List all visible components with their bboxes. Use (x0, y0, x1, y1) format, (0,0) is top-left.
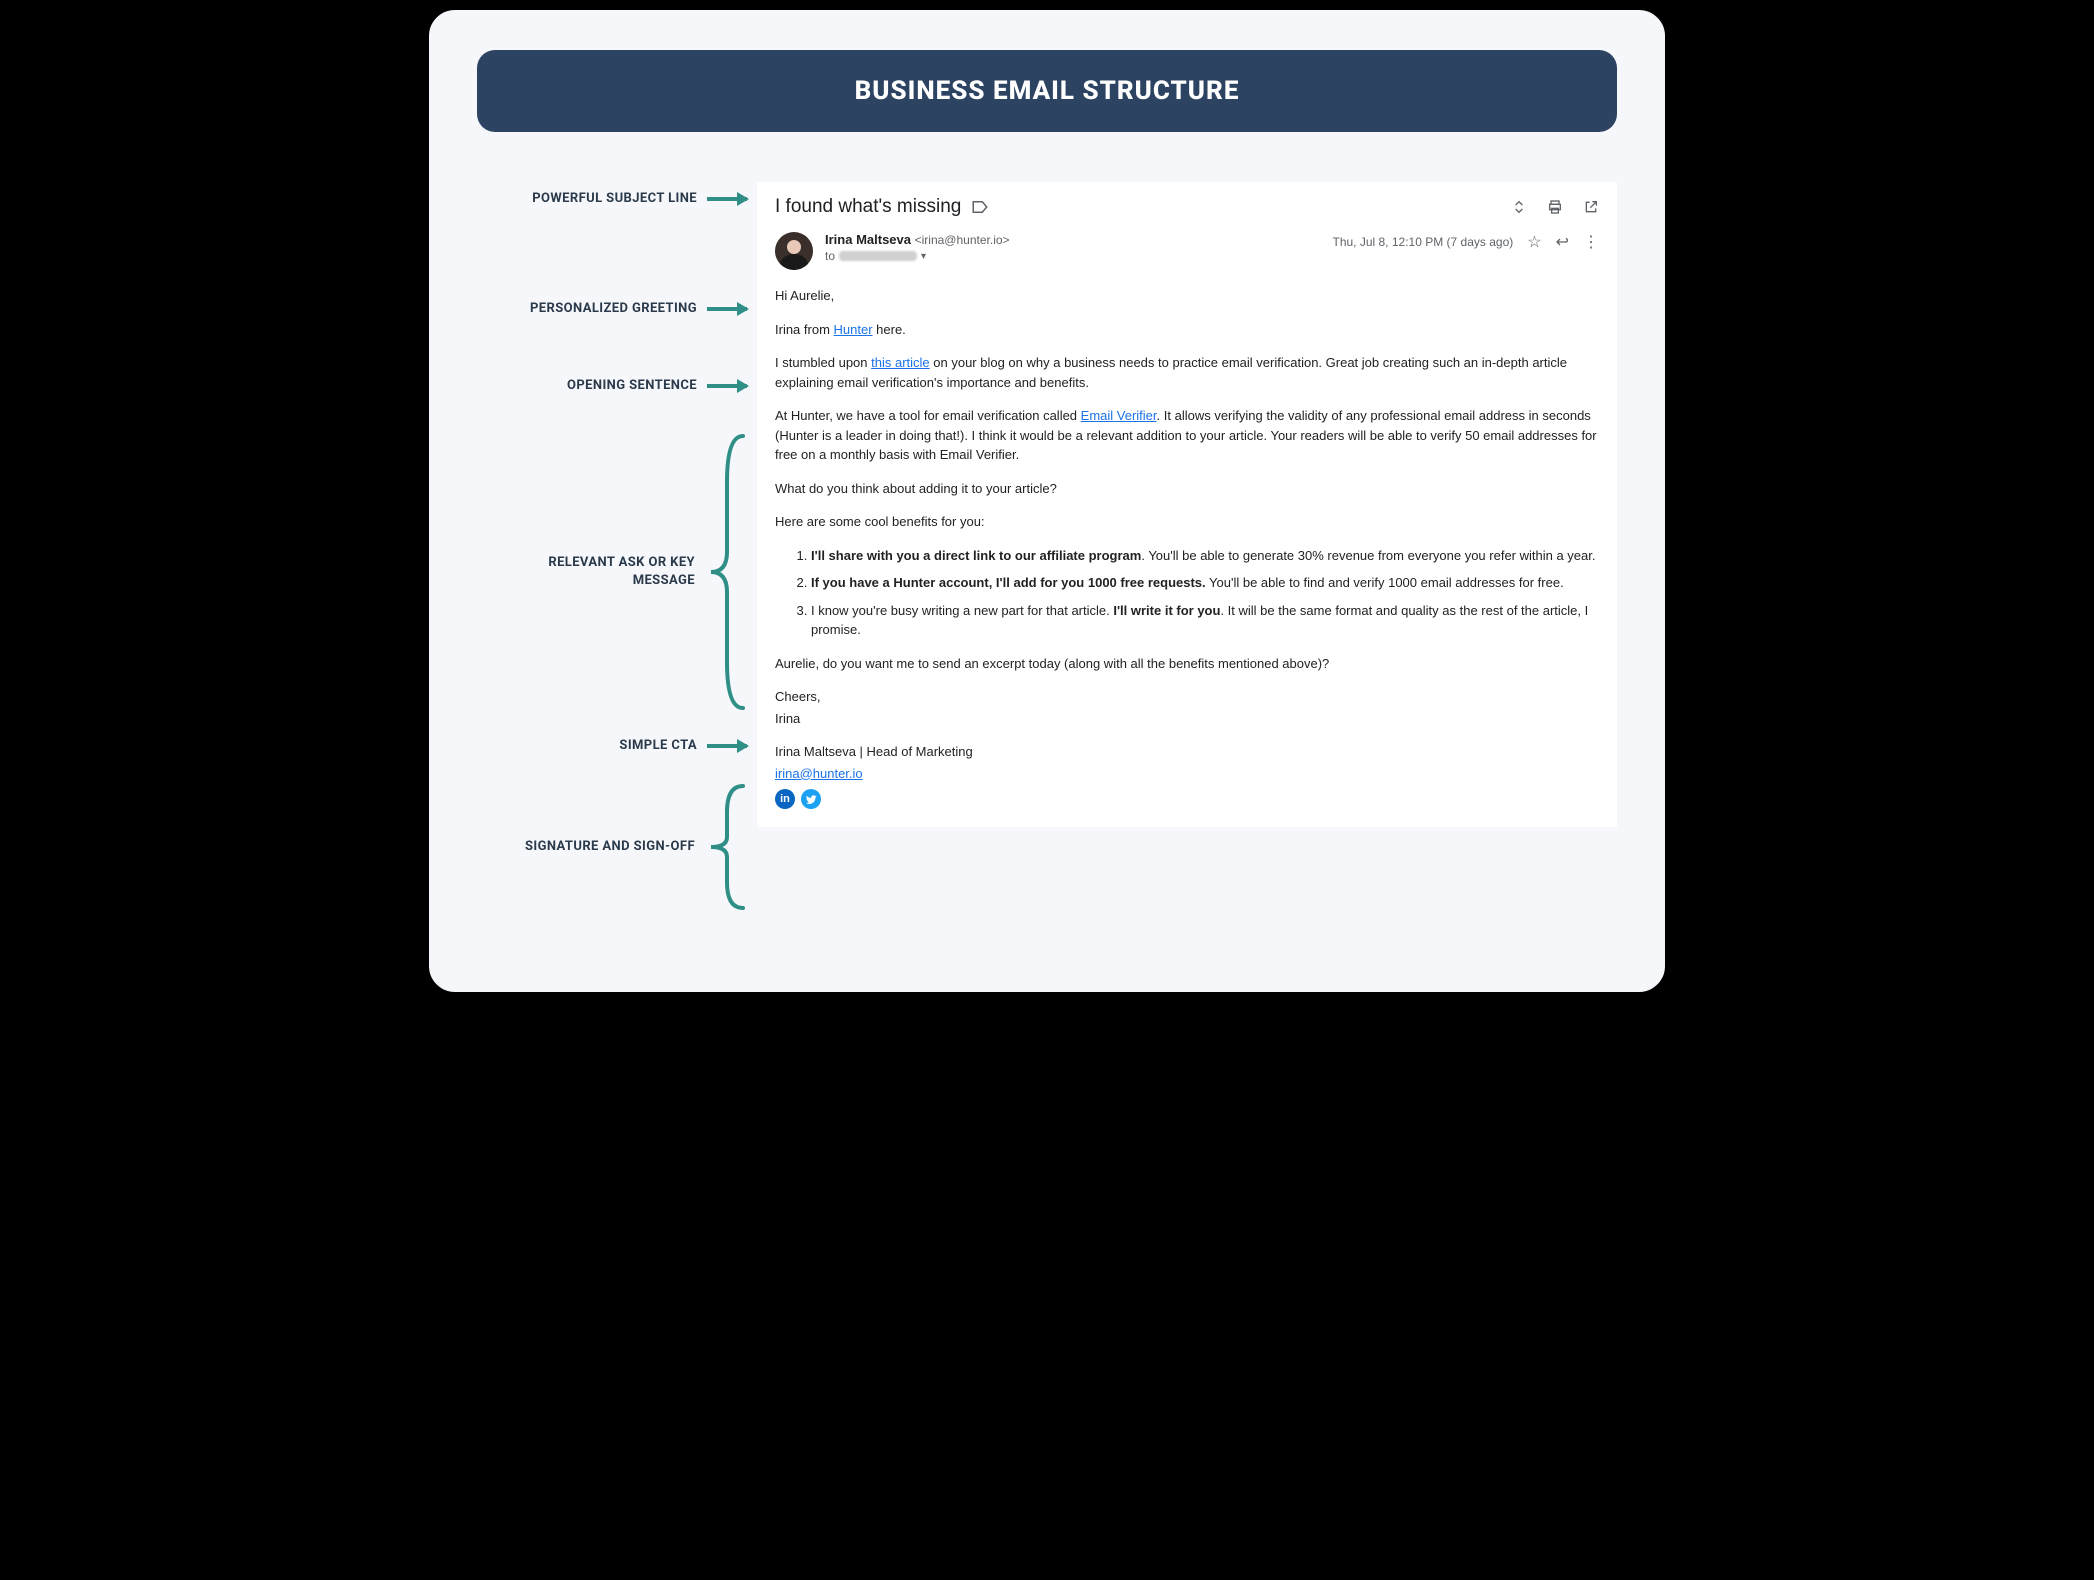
email-panel: I found what's missing Irina Maltseva <i… (757, 182, 1617, 827)
chevron-down-icon[interactable]: ▾ (921, 251, 926, 262)
arrow-icon (707, 384, 747, 388)
expand-icon[interactable] (1511, 199, 1527, 215)
subject-text: I found what's missing (775, 196, 961, 218)
diagram-card: BUSINESS EMAIL STRUCTURE POWERFUL SUBJEC… (427, 8, 1667, 994)
article-link[interactable]: this article (871, 355, 930, 370)
brace-icon (705, 782, 747, 912)
sig-cheers: Cheers, (775, 687, 1599, 707)
social-row: in (775, 789, 1599, 809)
more-icon[interactable]: ⋮ (1583, 232, 1599, 252)
label-cta: SIMPLE CTA (619, 737, 747, 755)
twitter-icon[interactable] (801, 789, 821, 809)
subject-icons (1511, 199, 1599, 215)
diagram-title: BUSINESS EMAIL STRUCTURE (477, 50, 1617, 132)
from-row: Irina Maltseva <irina@hunter.io> to ▾ Th… (775, 232, 1599, 270)
benefit-item-2: If you have a Hunter account, I'll add f… (811, 573, 1599, 593)
brace-icon (705, 432, 747, 712)
ask-paragraph-1: At Hunter, we have a tool for email veri… (775, 406, 1599, 465)
from-name: Irina Maltseva (825, 232, 911, 247)
label-subject-line: POWERFUL SUBJECT LINE (532, 190, 747, 208)
hunter-link[interactable]: Hunter (834, 322, 873, 337)
benefit-item-1: I'll share with you a direct link to our… (811, 546, 1599, 566)
benefits-list: I'll share with you a direct link to our… (811, 546, 1599, 640)
arrow-icon (707, 744, 747, 748)
to-line: to ▾ (825, 249, 1320, 263)
email-verifier-link[interactable]: Email Verifier (1081, 408, 1157, 423)
email-body: Hi Aurelie, Irina from Hunter here. I st… (775, 286, 1599, 809)
redacted-recipient (839, 251, 917, 261)
label-signoff: SIGNATURE AND SIGN-OFF (525, 782, 747, 912)
from-address: <irina@hunter.io> (915, 233, 1010, 247)
linkedin-icon[interactable]: in (775, 789, 795, 809)
label-greeting: PERSONALIZED GREETING (530, 300, 747, 318)
sig-full: Irina Maltseva | Head of Marketing (775, 742, 1599, 762)
intro-line: Irina from Hunter here. (775, 320, 1599, 340)
content-row: POWERFUL SUBJECT LINE PERSONALIZED GREET… (477, 182, 1617, 942)
ask-paragraph-2: What do you think about adding it to you… (775, 479, 1599, 499)
email-subject: I found what's missing (775, 196, 989, 218)
arrow-icon (707, 307, 747, 311)
date-block: Thu, Jul 8, 12:10 PM (7 days ago) ☆ ↩ ⋮ (1332, 232, 1599, 252)
labels-column: POWERFUL SUBJECT LINE PERSONALIZED GREET… (477, 182, 747, 942)
sig-name: Irina (775, 709, 1599, 729)
open-new-icon[interactable] (1583, 199, 1599, 215)
sig-email: irina@hunter.io (775, 764, 1599, 784)
benefit-item-3: I know you're busy writing a new part fo… (811, 601, 1599, 640)
ask-paragraph-3: Here are some cool benefits for you: (775, 512, 1599, 532)
email-subject-row: I found what's missing (775, 196, 1599, 218)
arrow-icon (707, 197, 747, 201)
email-date: Thu, Jul 8, 12:10 PM (7 days ago) (1332, 235, 1513, 249)
avatar (775, 232, 813, 270)
reply-icon[interactable]: ↩ (1556, 232, 1569, 252)
greeting-line: Hi Aurelie, (775, 286, 1599, 306)
opening-paragraph: I stumbled upon this article on your blo… (775, 353, 1599, 392)
from-meta: Irina Maltseva <irina@hunter.io> to ▾ (825, 232, 1320, 263)
label-tag-icon (971, 198, 989, 216)
print-icon[interactable] (1547, 199, 1563, 215)
star-icon[interactable]: ☆ (1527, 232, 1541, 252)
sig-email-link[interactable]: irina@hunter.io (775, 766, 863, 781)
label-ask: RELEVANT ASK OR KEY MESSAGE (525, 432, 747, 712)
cta-line: Aurelie, do you want me to send an excer… (775, 654, 1599, 674)
label-opening: OPENING SENTENCE (567, 377, 747, 395)
